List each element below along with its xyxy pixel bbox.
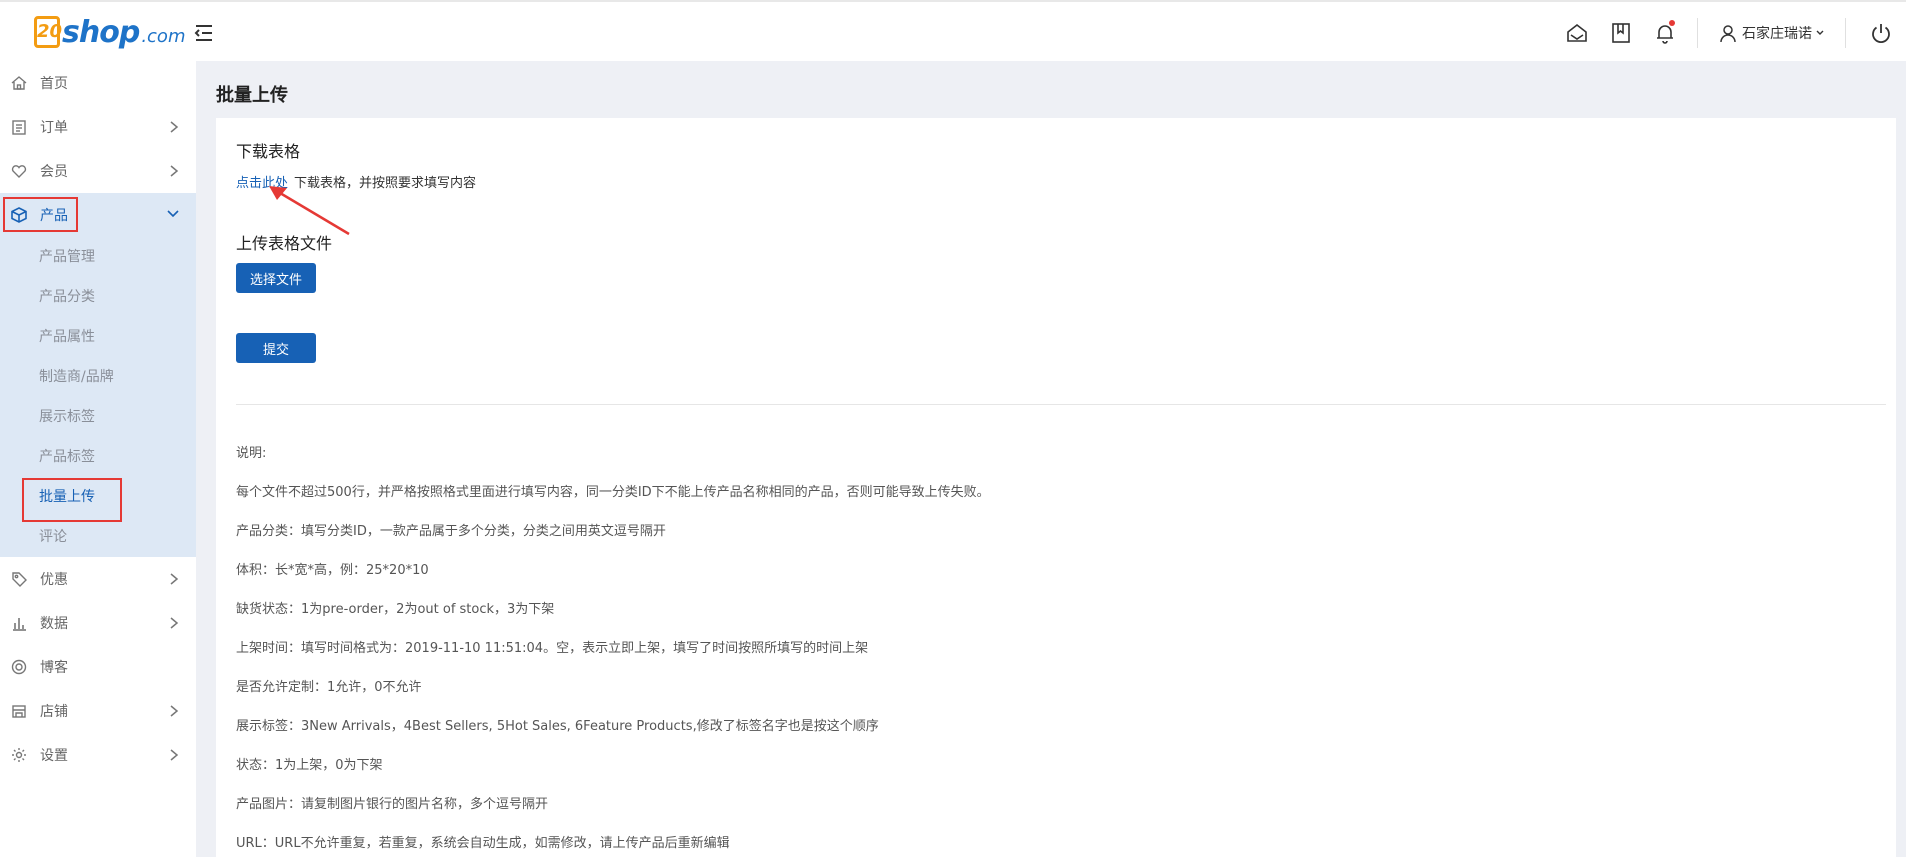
note-line: 产品图片：请复制图片银行的图片名称，多个逗号隔开 bbox=[236, 797, 549, 812]
sidebar-subitem-reviews[interactable]: 评论 bbox=[0, 517, 196, 557]
sidebar-item-promotions[interactable]: 优惠 bbox=[0, 557, 196, 601]
note-line: URL：URL不允许重复，若重复，系统会自动生成，如需修改，请上传产品后重新编辑 bbox=[236, 836, 730, 851]
choose-file-button[interactable]: 选择文件 bbox=[236, 263, 316, 293]
main-content: 批量上传 下载表格 点击此处 下载表格，并按照要求填写内容 上传表格文件 选择文件… bbox=[196, 61, 1906, 857]
sidebar-subitem-bulk-upload[interactable]: 批量上传 bbox=[0, 477, 196, 517]
sidebar-subitem-product-tags[interactable]: 产品标签 bbox=[0, 437, 196, 477]
home-icon bbox=[10, 74, 28, 92]
logo[interactable]: 20 shop .com bbox=[34, 12, 185, 52]
divider bbox=[236, 404, 1886, 405]
instructions-list: 说明: 每个文件不超过500行，并严格按照格式里面进行填写内容，同一分类ID下不… bbox=[236, 444, 990, 857]
sidebar-subitem-brands[interactable]: 制造商/品牌 bbox=[0, 357, 196, 397]
chevron-right-icon bbox=[170, 749, 179, 761]
note-line: 体积：长*宽*高，例：25*20*10 bbox=[236, 563, 429, 578]
heart-icon bbox=[10, 162, 28, 180]
chevron-down-icon bbox=[167, 210, 179, 218]
store-icon bbox=[10, 702, 28, 720]
sidebar-subitem-product-attributes[interactable]: 产品属性 bbox=[0, 317, 196, 357]
top-bar: 20 shop .com 石家庄瑞诺 bbox=[0, 0, 1906, 61]
gear-icon bbox=[10, 746, 28, 764]
sidebar-item-blog[interactable]: 博客 bbox=[0, 645, 196, 689]
chevron-right-icon bbox=[170, 617, 179, 629]
chevron-right-icon bbox=[170, 165, 179, 177]
blog-icon bbox=[10, 658, 28, 676]
chevron-right-icon bbox=[170, 705, 179, 717]
note-line: 状态：1为上架，0为下架 bbox=[236, 758, 383, 773]
chevron-right-icon bbox=[170, 121, 179, 133]
menu-toggle-icon[interactable] bbox=[194, 22, 216, 44]
note-line: 上架时间：填写时间格式为：2019-11-10 11:51:04。空，表示立即上… bbox=[236, 641, 869, 656]
sidebar-subitem-product-management[interactable]: 产品管理 bbox=[0, 237, 196, 277]
user-icon bbox=[1720, 24, 1736, 42]
clipboard-icon bbox=[10, 118, 28, 136]
page-title: 批量上传 bbox=[216, 85, 288, 106]
tag-icon bbox=[10, 570, 28, 588]
home-mail-icon[interactable] bbox=[1555, 2, 1599, 63]
power-icon[interactable] bbox=[1856, 2, 1906, 63]
box-icon bbox=[10, 206, 28, 224]
sidebar-subitem-product-category[interactable]: 产品分类 bbox=[0, 277, 196, 317]
user-name: 石家庄瑞诺 bbox=[1742, 25, 1812, 42]
note-line: 产品分类：填写分类ID，一款产品属于多个分类，分类之间用英文逗号隔开 bbox=[236, 524, 666, 539]
sidebar-subitem-display-tags[interactable]: 展示标签 bbox=[0, 397, 196, 437]
sidebar-item-members[interactable]: 会员 bbox=[0, 149, 196, 193]
notification-dot bbox=[1669, 20, 1675, 26]
sidebar-item-data[interactable]: 数据 bbox=[0, 601, 196, 645]
chevron-right-icon bbox=[170, 573, 179, 585]
bell-icon[interactable] bbox=[1643, 2, 1687, 63]
note-line: 缺货状态：1为pre-order，2为out of stock，3为下架 bbox=[236, 602, 555, 617]
user-menu[interactable]: 石家庄瑞诺 bbox=[1708, 2, 1835, 63]
bar-chart-icon bbox=[10, 614, 28, 632]
annotation-arrow-icon bbox=[269, 186, 350, 236]
note-line: 展示标签：3New Arrivals，4Best Sellers, 5Hot S… bbox=[236, 719, 879, 734]
sidebar-item-orders[interactable]: 订单 bbox=[0, 105, 196, 149]
sidebar-item-settings[interactable]: 设置 bbox=[0, 733, 196, 777]
sidebar-item-store[interactable]: 店铺 bbox=[0, 689, 196, 733]
submit-button[interactable]: 提交 bbox=[236, 333, 316, 363]
sidebar-group-products: 产品 产品管理 产品分类 产品属性 制造商/品牌 展示标签 产品标签 批量上传 … bbox=[0, 193, 196, 557]
note-line: 说明: bbox=[236, 446, 267, 461]
download-heading: 下载表格 bbox=[236, 142, 301, 161]
note-line: 每个文件不超过500行，并严格按照格式里面进行填写内容，同一分类ID下不能上传产… bbox=[236, 485, 990, 500]
sidebar-item-products[interactable]: 产品 bbox=[0, 193, 196, 237]
sidebar: 首页 订单 会员 产品 产品管理 产品分类 产品属性 制造商/品牌 展示标签 产… bbox=[0, 61, 196, 857]
upload-card: 下载表格 点击此处 下载表格，并按照要求填写内容 上传表格文件 选择文件 提交 说… bbox=[216, 118, 1896, 857]
note-line: 是否允许定制：1允许，0不允许 bbox=[236, 680, 422, 695]
chevron-down-icon bbox=[1816, 30, 1824, 35]
bookmark-icon[interactable] bbox=[1599, 2, 1643, 63]
sidebar-item-home[interactable]: 首页 bbox=[0, 61, 196, 105]
